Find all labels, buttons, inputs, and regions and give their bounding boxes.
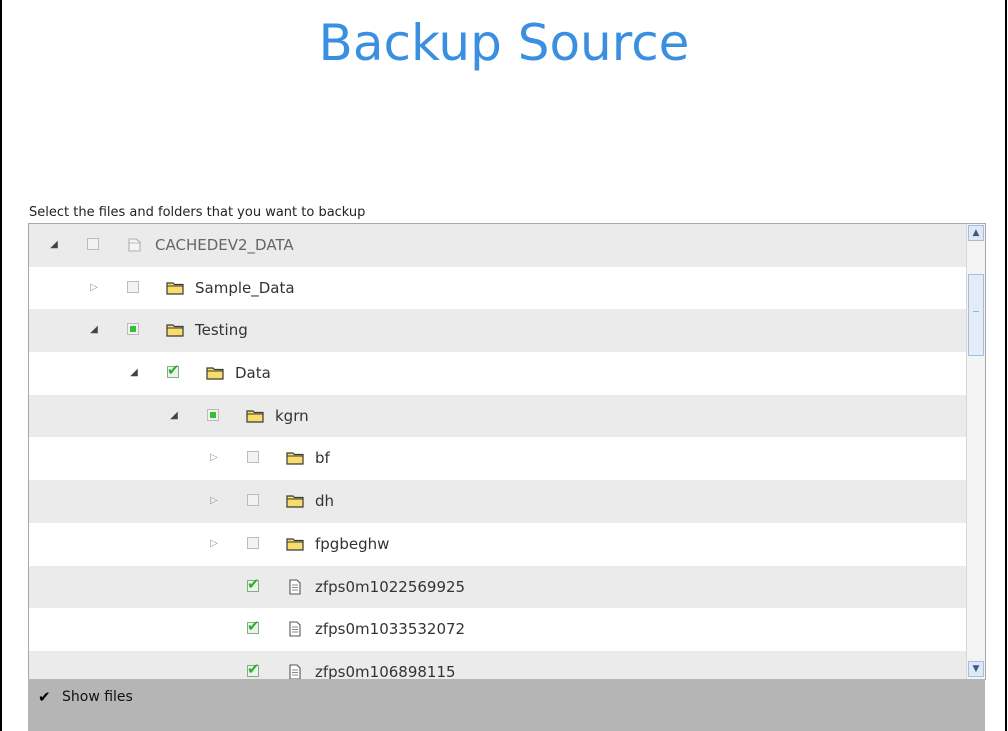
check-icon: ✔ xyxy=(167,361,180,380)
expand-triangle-icon[interactable]: ◢ xyxy=(47,224,61,267)
page-title: Backup Source xyxy=(318,14,690,72)
tree-row[interactable]: ✔ zfps0m1033532072 xyxy=(29,608,967,651)
file-icon xyxy=(289,664,301,680)
row-checkbox[interactable] xyxy=(127,280,139,293)
tree-row[interactable]: ◢ kgrn xyxy=(29,394,967,438)
row-checkbox[interactable] xyxy=(207,408,219,421)
tree-row-label: zfps0m1022569925 xyxy=(315,577,466,596)
file-icon xyxy=(289,621,301,637)
collapse-triangle-icon[interactable]: ▷ xyxy=(207,523,221,566)
tree-row-label: fpgbeghw xyxy=(315,534,390,553)
tree-row-label: zfps0m1033532072 xyxy=(315,620,466,639)
collapse-triangle-icon[interactable]: ▷ xyxy=(207,437,221,480)
tree-row[interactable]: ◢ ✔ Data xyxy=(29,352,967,395)
file-icon xyxy=(289,578,301,595)
row-checkbox[interactable]: ✔ xyxy=(247,660,260,678)
row-checkbox[interactable] xyxy=(247,451,259,464)
drive-icon xyxy=(128,238,141,252)
tree-row[interactable]: ▷ bf xyxy=(29,437,967,480)
row-checkbox[interactable]: ✔ xyxy=(247,575,260,593)
expand-triangle-icon[interactable]: ◢ xyxy=(167,395,181,438)
tree-row-label: dh xyxy=(315,492,335,511)
tree-row-label: Data xyxy=(235,364,271,383)
vertical-scrollbar[interactable]: ▲ ▼ xyxy=(966,224,985,680)
collapse-triangle-icon[interactable]: ▷ xyxy=(87,267,101,310)
show-files-label[interactable]: Show files xyxy=(62,689,133,705)
scroll-up-button[interactable]: ▲ xyxy=(968,225,984,241)
tree-row-label: CACHEDEV2_DATA xyxy=(155,236,294,254)
row-checkbox[interactable]: ✔ xyxy=(247,617,260,635)
row-checkbox[interactable] xyxy=(247,536,259,549)
folder-icon xyxy=(286,538,304,551)
row-checkbox[interactable]: ✔ xyxy=(167,361,180,379)
tree-row[interactable]: ▷ fpgbeghw xyxy=(29,523,967,566)
frame-left-border xyxy=(0,0,2,731)
show-files-checkbox[interactable]: ✔ xyxy=(38,688,51,706)
check-icon: ✔ xyxy=(247,659,260,678)
frame-right-border xyxy=(1005,0,1007,731)
row-checkbox[interactable] xyxy=(87,238,99,250)
tree-row[interactable]: ▷ dh xyxy=(29,480,967,523)
instruction-text: Select the files and folders that you wa… xyxy=(29,205,366,220)
tree-rows: ◢ CACHEDEV2_DATA ▷ Sample_Data ◢ Testing ◢ ✔ Dat… xyxy=(29,224,967,680)
folder-icon xyxy=(286,495,304,508)
scroll-grip-icon xyxy=(973,311,979,312)
tree-row-label: zfps0m106898115 xyxy=(315,662,456,680)
row-checkbox[interactable] xyxy=(127,323,139,336)
tree-row-label: bf xyxy=(315,449,330,468)
expand-triangle-icon[interactable]: ◢ xyxy=(127,352,141,395)
tree-row[interactable]: ✔ zfps0m106898115 xyxy=(29,650,967,680)
check-icon: ✔ xyxy=(247,617,260,636)
check-icon: ✔ xyxy=(247,574,260,593)
collapse-triangle-icon[interactable]: ▷ xyxy=(207,480,221,523)
tree-row[interactable]: ✔ zfps0m1022569925 xyxy=(29,565,967,609)
folder-icon xyxy=(286,452,304,466)
expand-triangle-icon[interactable]: ◢ xyxy=(87,309,101,352)
scroll-thumb[interactable] xyxy=(968,274,984,356)
folder-icon xyxy=(166,324,184,337)
row-checkbox[interactable] xyxy=(247,494,259,507)
folder-icon xyxy=(166,282,184,295)
tree-footer: ✔ Show files xyxy=(28,679,985,731)
scroll-down-button[interactable]: ▼ xyxy=(968,661,984,677)
tree-row[interactable]: ◢ Testing xyxy=(29,309,967,353)
folder-icon xyxy=(206,367,224,380)
tree-row[interactable]: ▷ Sample_Data xyxy=(29,267,967,310)
tree-row-label: Testing xyxy=(195,321,248,340)
tree-row-label: kgrn xyxy=(275,406,309,425)
file-tree: ◢ CACHEDEV2_DATA ▷ Sample_Data ◢ Testing ◢ ✔ Dat… xyxy=(28,223,986,680)
folder-icon xyxy=(246,410,264,423)
tree-row-label: Sample_Data xyxy=(195,278,295,297)
tree-row[interactable]: ◢ CACHEDEV2_DATA xyxy=(29,224,967,267)
